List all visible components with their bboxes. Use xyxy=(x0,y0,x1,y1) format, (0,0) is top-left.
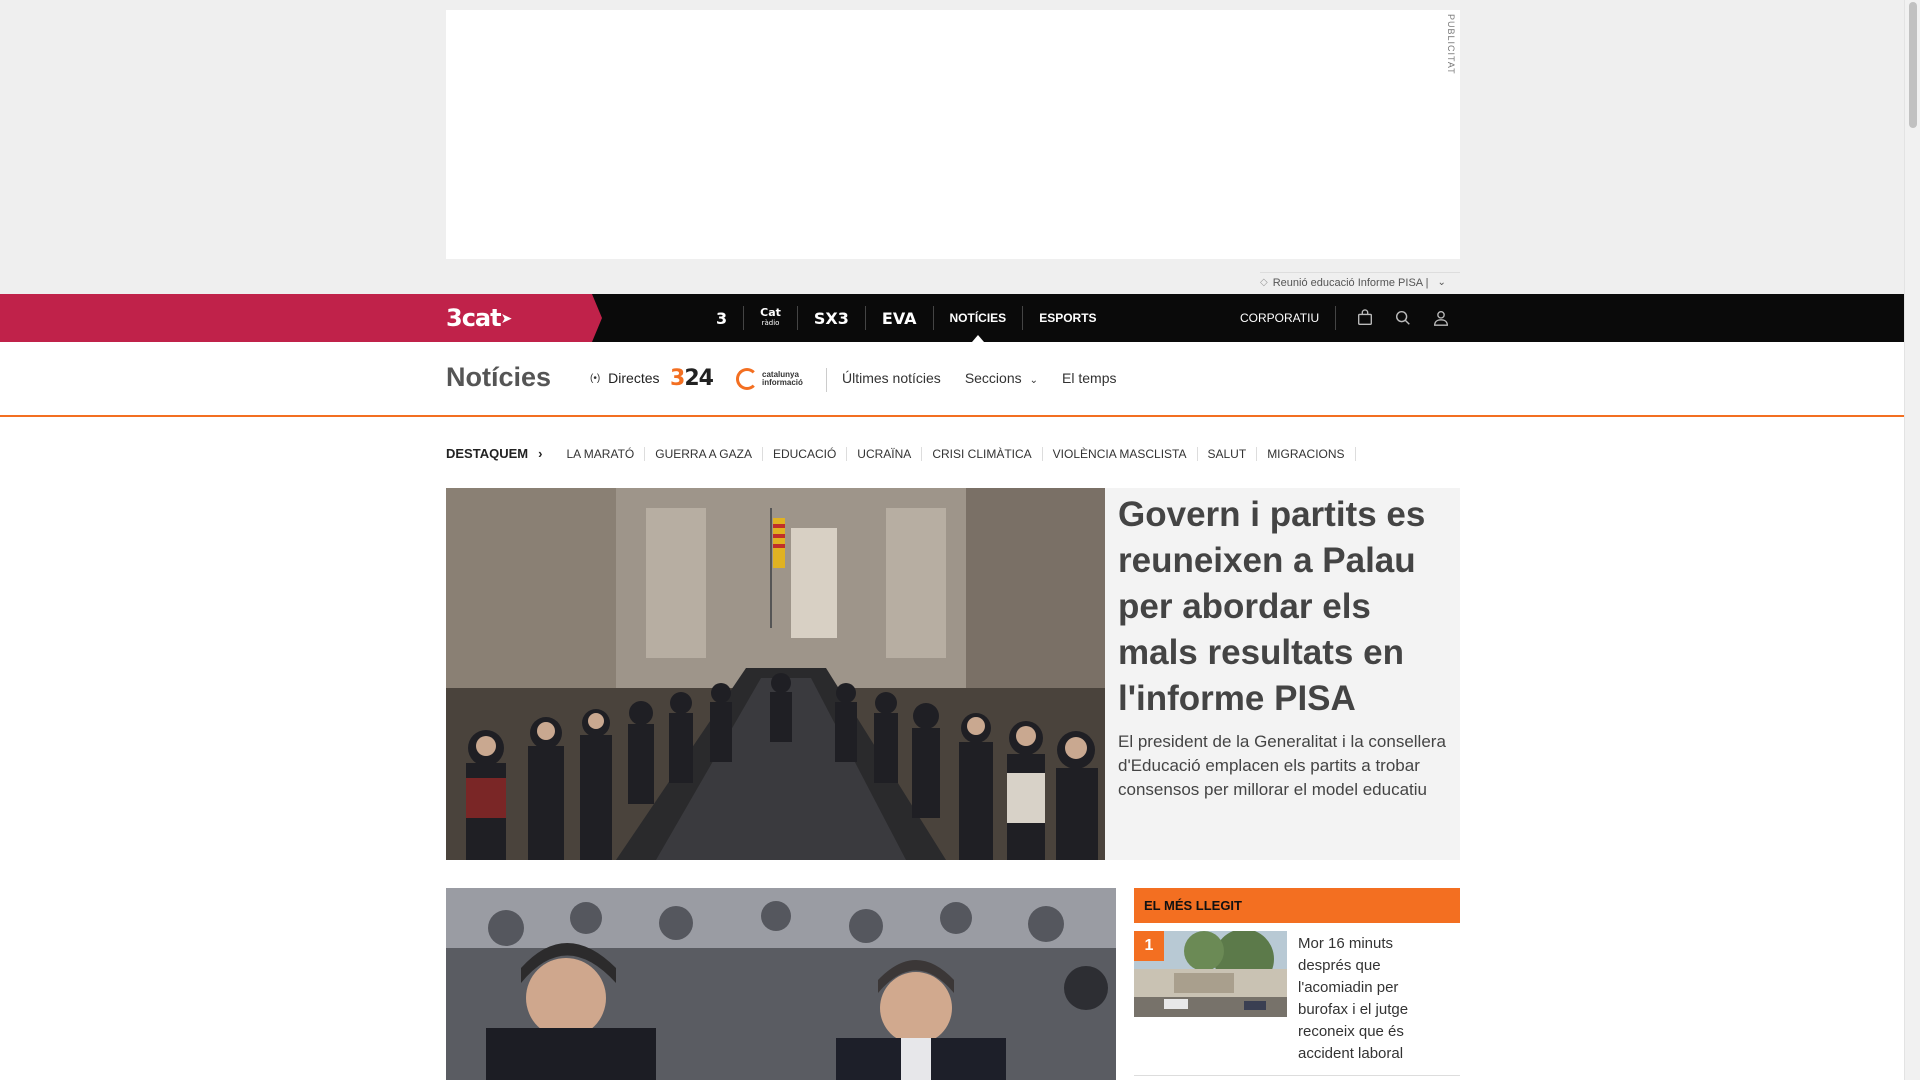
directes-label: Directes xyxy=(608,370,660,386)
shop-bag-icon[interactable] xyxy=(1346,294,1384,342)
highlights-lead-label: DESTAQUEM xyxy=(446,446,529,461)
channel-tv3-label: 3 xyxy=(716,308,728,328)
chevron-right-icon: › xyxy=(538,446,543,461)
live-broadcast-icon: (•) xyxy=(590,372,601,384)
corporatiu-link[interactable]: CORPORATIU xyxy=(1240,306,1337,330)
user-icon[interactable] xyxy=(1422,294,1460,342)
highlight-item[interactable]: UCRAÏNA xyxy=(847,446,923,461)
logo-324[interactable]: 324 xyxy=(670,366,714,391)
channel-sx3-label: SX3 xyxy=(813,308,849,328)
ultimes-noticies-link[interactable]: Últimes notícies xyxy=(842,370,941,386)
highlight-item[interactable]: GUERRA A GAZA xyxy=(645,446,763,461)
catalunya-informacio-text: catalunya informació xyxy=(762,371,803,387)
channel-bar: 3 Cat ràdio SX3 EVA NOTÍCIES ESPORTS xyxy=(700,294,1113,342)
channel-sx3[interactable]: SX3 xyxy=(798,306,866,330)
nav-link-noticies[interactable]: NOTÍCIES xyxy=(934,306,1024,342)
highlight-item[interactable]: VIOLÈNCIA MASCLISTA xyxy=(1043,446,1198,461)
chevron-down-icon[interactable]: ⌄ xyxy=(1437,277,1445,288)
highlight-item[interactable]: SALUT xyxy=(1198,446,1258,461)
section-subnav: Últimes notícies Seccions ⌄ El temps xyxy=(842,370,1116,386)
logo-ci-line2: informació xyxy=(762,378,803,387)
most-read-title: EL MÉS LLEGIT xyxy=(1134,888,1460,923)
most-read-headline[interactable]: Mor 16 minuts després que l'acomiadin pe… xyxy=(1298,933,1448,1065)
page-scrollbar[interactable] xyxy=(1904,0,1920,1080)
highlights-bar: DESTAQUEM › LA MARATÓ GUERRA A GAZA EDUC… xyxy=(446,446,1356,461)
ad-banner[interactable] xyxy=(446,10,1460,259)
ad-label: PUBLICITAT xyxy=(1446,14,1456,75)
logo-catalunya-informacio[interactable]: catalunya informació xyxy=(736,368,803,390)
channel-catradio-label: Cat xyxy=(760,306,781,319)
logo-324-three: 3 xyxy=(670,366,685,391)
nav-right: CORPORATIU xyxy=(1240,294,1460,342)
highlight-item[interactable]: CRISI CLIMÀTICA xyxy=(922,446,1043,461)
main-story-photo[interactable] xyxy=(446,488,1105,860)
channel-catradio-sub: ràdio xyxy=(761,319,780,327)
catalunya-informacio-icon xyxy=(736,368,758,390)
seccions-dropdown[interactable]: Seccions ⌄ xyxy=(965,370,1038,386)
brand-block xyxy=(0,294,602,342)
section-header: Notícies (•) Directes 324 catalunya info… xyxy=(0,342,1904,417)
highlights-lead: DESTAQUEM › xyxy=(446,446,542,461)
highlight-item[interactable]: EDUCACIÓ xyxy=(763,446,848,461)
scrollbar-thumb[interactable] xyxy=(1909,2,1917,128)
chevron-down-icon: ⌄ xyxy=(1029,375,1039,386)
channel-eva-label: EVA xyxy=(881,308,917,328)
brand-arrow-icon: ➤ xyxy=(500,311,513,327)
main-headline[interactable]: Govern i partits es reuneixen a Palau pe… xyxy=(1118,492,1448,722)
channel-tv3[interactable]: 3 xyxy=(700,306,745,330)
ad-ticker[interactable]: ◇ Reunió educació Informe PISA | ⌄ xyxy=(1260,272,1460,290)
directes-link[interactable]: (•) Directes xyxy=(590,370,660,386)
seccions-label: Seccions xyxy=(964,370,1022,386)
brand-logo[interactable]: 3cat➤ xyxy=(446,304,513,332)
main-story-text: Govern i partits es reuneixen a Palau pe… xyxy=(1118,488,1448,802)
brand-name: 3cat xyxy=(446,304,502,332)
second-story-photo[interactable] xyxy=(446,888,1116,1080)
highlight-item[interactable]: MIGRACIONS xyxy=(1257,446,1356,461)
nav-link-esports[interactable]: ESPORTS xyxy=(1023,294,1112,342)
divider xyxy=(826,368,827,392)
most-read: EL MÉS LLEGIT 1 Mor 16 minuts després qu… xyxy=(1134,888,1460,1076)
main-standfirst: El president de la Generalitat i la cons… xyxy=(1118,732,1446,799)
ad-ticker-text: Reunió educació Informe PISA | xyxy=(1272,276,1429,289)
most-read-item[interactable]: 1 Mor 16 minuts després que l'acomiadin … xyxy=(1134,931,1460,1076)
main-story[interactable]: Govern i partits es reuneixen a Palau pe… xyxy=(446,488,1460,860)
logo-324-24: 24 xyxy=(684,366,714,391)
el-temps-link[interactable]: El temps xyxy=(1062,370,1116,386)
top-navigation: 3cat➤ 3 Cat ràdio SX3 EVA NOTÍCIES ESPOR… xyxy=(0,294,1904,342)
highlight-item[interactable]: LA MARATÓ xyxy=(556,446,646,461)
rank-badge: 1 xyxy=(1134,931,1164,961)
channel-eva[interactable]: EVA xyxy=(866,306,934,330)
tag-icon: ◇ xyxy=(1260,277,1268,288)
channel-catradio[interactable]: Cat ràdio xyxy=(744,306,798,330)
page-title[interactable]: Notícies xyxy=(446,362,551,393)
search-icon[interactable] xyxy=(1384,294,1422,342)
ad-area: PUBLICITAT ◇ Reunió educació Informe PIS… xyxy=(0,0,1904,294)
